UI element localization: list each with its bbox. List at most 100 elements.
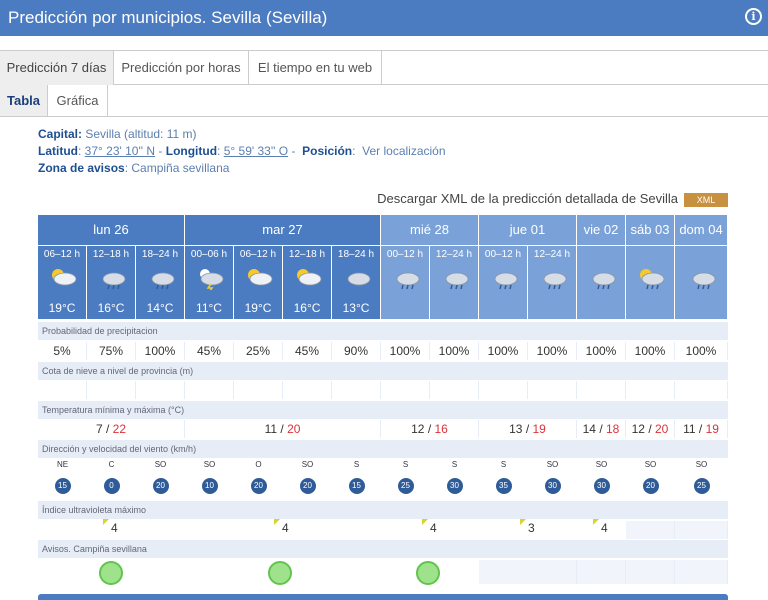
- tab-grafica[interactable]: Gráfica: [48, 85, 108, 116]
- snow-cell: [185, 381, 234, 399]
- sun-cloud-icon: [242, 266, 274, 290]
- precip-cell: 75%: [87, 342, 136, 360]
- snow-cell: [528, 381, 577, 399]
- wind-cell: C0: [87, 460, 136, 498]
- period-label: 00–06 h: [190, 249, 228, 260]
- period-column: 12–18 h 16°C: [283, 246, 332, 319]
- tab-tiempo-en-tu-web[interactable]: El tiempo en tu web: [249, 51, 382, 85]
- uv-icon: [593, 519, 599, 525]
- cloud-rain-icon: [585, 266, 617, 290]
- wind-speed-icon: 20: [250, 478, 267, 494]
- xml-download[interactable]: Descargar XML de la predicción detallada…: [300, 191, 728, 207]
- wind-direction: S: [353, 460, 360, 469]
- precip-cell: 100%: [479, 342, 528, 360]
- wind-speed-icon: 15: [348, 478, 365, 494]
- period-label: 12–24 h: [435, 249, 473, 260]
- snow-cell: [332, 381, 381, 399]
- min-temp: 7: [95, 422, 103, 436]
- period-column: 00–06 h 11°C: [185, 246, 234, 319]
- min-temp: 14: [582, 422, 596, 436]
- info-icon[interactable]: i: [745, 8, 762, 25]
- wind-speed-icon: 15: [54, 478, 71, 494]
- precip-cell: 45%: [283, 342, 332, 360]
- wind-direction: NE: [56, 460, 69, 469]
- period-column: 18–24 h 14°C: [136, 246, 185, 319]
- wind-speed-icon: 10: [201, 478, 218, 494]
- tab-prediccion-por-horas[interactable]: Predicción por horas: [114, 51, 249, 85]
- wind-cell: S 35: [479, 460, 528, 498]
- snow-cell: [577, 381, 626, 399]
- period-column: [577, 246, 626, 319]
- wind-speed-icon: 20: [642, 478, 659, 494]
- min-temp: 11: [264, 422, 278, 436]
- temp-value: 19°C: [48, 301, 76, 315]
- empty-cell: [626, 521, 675, 539]
- period-column: 00–12 h: [479, 246, 528, 319]
- ver-localizacion-link[interactable]: Ver localización: [362, 144, 445, 158]
- tab-prediccion-7-dias[interactable]: Predicción 7 días: [0, 51, 114, 85]
- wind-direction: C: [108, 460, 115, 469]
- empty-cell: [577, 560, 626, 584]
- wind-direction: SO: [301, 460, 314, 469]
- period-column: 12–18 h 16°C: [87, 246, 136, 319]
- empty-cell: [479, 560, 577, 584]
- xml-badge[interactable]: XML: [684, 192, 728, 207]
- aviso-green-icon[interactable]: [416, 561, 440, 585]
- max-temp: 16: [434, 422, 448, 436]
- precip-cell: 45%: [185, 342, 234, 360]
- precip-cell: 25%: [234, 342, 283, 360]
- min-temp: 12: [631, 422, 645, 436]
- aviso-green-icon[interactable]: [268, 561, 292, 585]
- cloud-rain-icon: [438, 266, 470, 290]
- cloud-rain-icon: [487, 266, 519, 290]
- period-column: [626, 246, 675, 319]
- precip-cell: 100%: [626, 342, 675, 360]
- snow-cell: [479, 381, 528, 399]
- temp-label: Temperatura mínima y máxima (°C): [38, 401, 728, 419]
- period-label: 18–24 h: [141, 249, 179, 260]
- wind-speed-icon: 20: [152, 478, 169, 494]
- precip-cell: 100%: [381, 342, 430, 360]
- snow-cell: [430, 381, 479, 399]
- tab-tabla[interactable]: Tabla: [0, 85, 48, 116]
- aviso-green-icon[interactable]: [99, 561, 123, 585]
- minmax-cell: 7 / 22: [38, 420, 185, 438]
- temp-value: 13°C: [342, 301, 370, 315]
- sun-cloud-icon: [46, 266, 78, 290]
- uv-value: 3: [520, 519, 535, 535]
- day-header: mié 28: [381, 215, 479, 245]
- precip-cell: 100%: [675, 342, 728, 360]
- minmax-cell: 12 / 16: [381, 420, 479, 438]
- wind-direction: SO: [595, 460, 608, 469]
- period-label: 06–12 h: [239, 249, 277, 260]
- minmax-cell: 11 / 19: [675, 420, 728, 438]
- min-temp: 11: [683, 422, 696, 436]
- day-header: lun 26: [38, 215, 185, 245]
- wind-direction: S: [451, 460, 458, 469]
- sun-cloud-rain-icon: [634, 266, 666, 290]
- period-column: 00–12 h: [381, 246, 430, 319]
- view-tabs: Tabla Gráfica: [0, 85, 768, 117]
- wind-speed-icon: 30: [446, 478, 463, 494]
- bottom-bar: [38, 594, 728, 600]
- period-column: 06–12 h 19°C: [234, 246, 283, 319]
- temp-value: 14°C: [146, 301, 174, 315]
- wind-cell: S 15: [332, 460, 381, 498]
- wind-cell: SO 20: [283, 460, 332, 498]
- wind-direction: SO: [695, 460, 708, 469]
- wind-label: Dirección y velocidad del viento (km/h): [38, 440, 728, 458]
- empty-cell: [675, 521, 728, 539]
- day-header: mar 27: [185, 215, 381, 245]
- cloud-rain-icon: [685, 266, 717, 290]
- cloud-icon: [340, 266, 372, 290]
- wind-direction: SO: [546, 460, 559, 469]
- period-label: 00–12 h: [484, 249, 522, 260]
- wind-cell: O 20: [234, 460, 283, 498]
- max-temp: 20: [287, 422, 301, 436]
- wind-cell: S 30: [430, 460, 479, 498]
- wind-cell: S 25: [381, 460, 430, 498]
- wind-direction: SO: [154, 460, 167, 469]
- temp-value: 16°C: [293, 301, 321, 315]
- cloud-rain-icon: [144, 266, 176, 290]
- wind-speed-icon: 25: [693, 478, 710, 494]
